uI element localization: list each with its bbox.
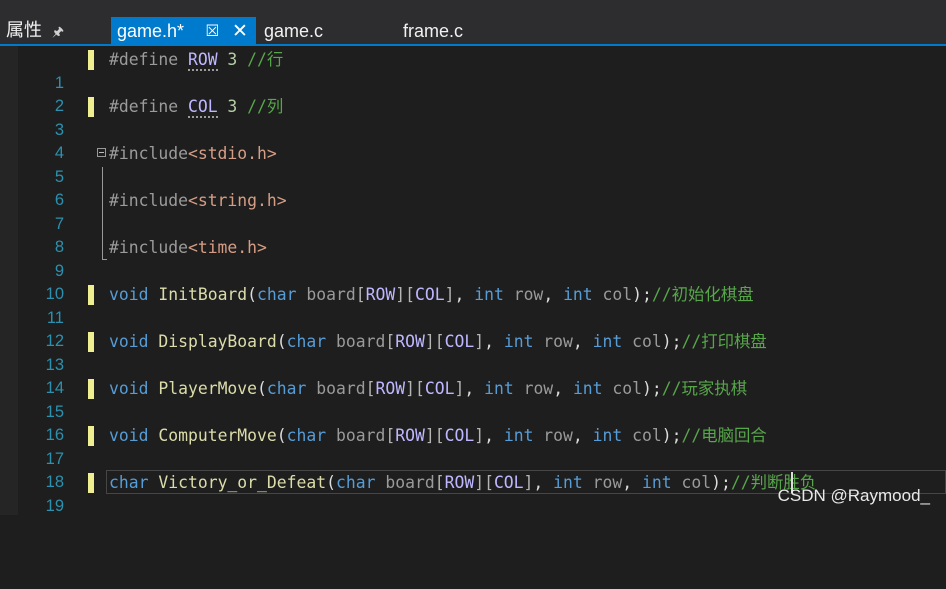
tab-label: game.c [264,21,324,41]
properties-panel-tab[interactable]: 属性 🖈 [0,14,86,46]
close-icon[interactable]: ✕ [232,17,248,46]
tab-game-h[interactable]: game.h* ⮽ ✕ [111,17,256,46]
change-marker [88,473,94,493]
code-line[interactable]: 5 #include<stdio.h> [0,142,946,186]
code-line[interactable]: 12 [0,307,946,350]
change-marker [88,426,94,446]
change-marker [88,50,94,70]
pin-icon[interactable]: ⮽ [206,17,219,46]
line-number: 19 [45,496,64,515]
collapse-icon[interactable] [97,148,106,157]
code-text: void ComputerMove(char board[ROW][COL], … [109,426,767,445]
code-editor[interactable]: 1 #define ROW 3 //行 2 3 #define COL 3 //… [0,46,946,515]
change-marker [88,332,94,352]
code-line[interactable]: 17 void ComputerMove(char board[ROW][COL… [0,424,946,468]
code-text: #include<stdio.h> [109,144,277,163]
pin-icon[interactable]: 🖈 [52,24,64,39]
tab-frame-c[interactable]: frame.c [397,17,527,46]
code-line[interactable]: 11 void InitBoard(char board[ROW][COL], … [0,283,946,327]
code-line[interactable]: 6 [0,166,946,209]
change-marker [88,97,94,117]
tab-label: game.h* [117,21,185,41]
code-text: #include<string.h> [109,191,287,210]
tab-bar: 属性 🖈 game.h* ⮽ ✕ game.c frame.c [0,0,946,46]
code-line[interactable]: 18 [0,448,946,491]
code-line[interactable]: 2 [0,72,946,115]
tab-game-c[interactable]: game.c [258,17,388,46]
code-line[interactable]: 16 [0,401,946,444]
code-line[interactable]: 4 [0,119,946,162]
code-text: #include<time.h> [109,238,267,257]
properties-title: 属性 [6,20,42,40]
code-line[interactable]: 13 void DisplayBoard(char board[ROW][COL… [0,330,946,374]
code-line[interactable]: 7 #include<string.h> [0,189,946,233]
code-line[interactable]: 15 void PlayerMove(char board[ROW][COL],… [0,377,946,421]
code-text: #define COL 3 //列 [109,97,284,118]
watermark: CSDN @Raymood_ [777,486,930,505]
code-text: #define ROW 3 //行 [109,50,284,71]
code-line[interactable]: 10 [0,260,946,303]
code-text: void InitBoard(char board[ROW][COL], int… [109,285,754,304]
tab-label: frame.c [403,21,464,41]
code-text: void PlayerMove(char board[ROW][COL], in… [109,379,748,398]
code-text: void DisplayBoard(char board[ROW][COL], … [109,332,767,351]
change-marker [88,285,94,305]
code-line[interactable]: 3 #define COL 3 //列 [0,95,946,139]
code-line[interactable]: 8 [0,213,946,256]
change-marker [88,379,94,399]
code-text: char Victory_or_Defeat(char board[ROW][C… [109,473,817,492]
code-line[interactable]: 1 #define ROW 3 //行 [0,48,946,92]
code-line[interactable]: 14 [0,354,946,397]
code-line[interactable]: 9 #include<time.h> [0,236,946,280]
